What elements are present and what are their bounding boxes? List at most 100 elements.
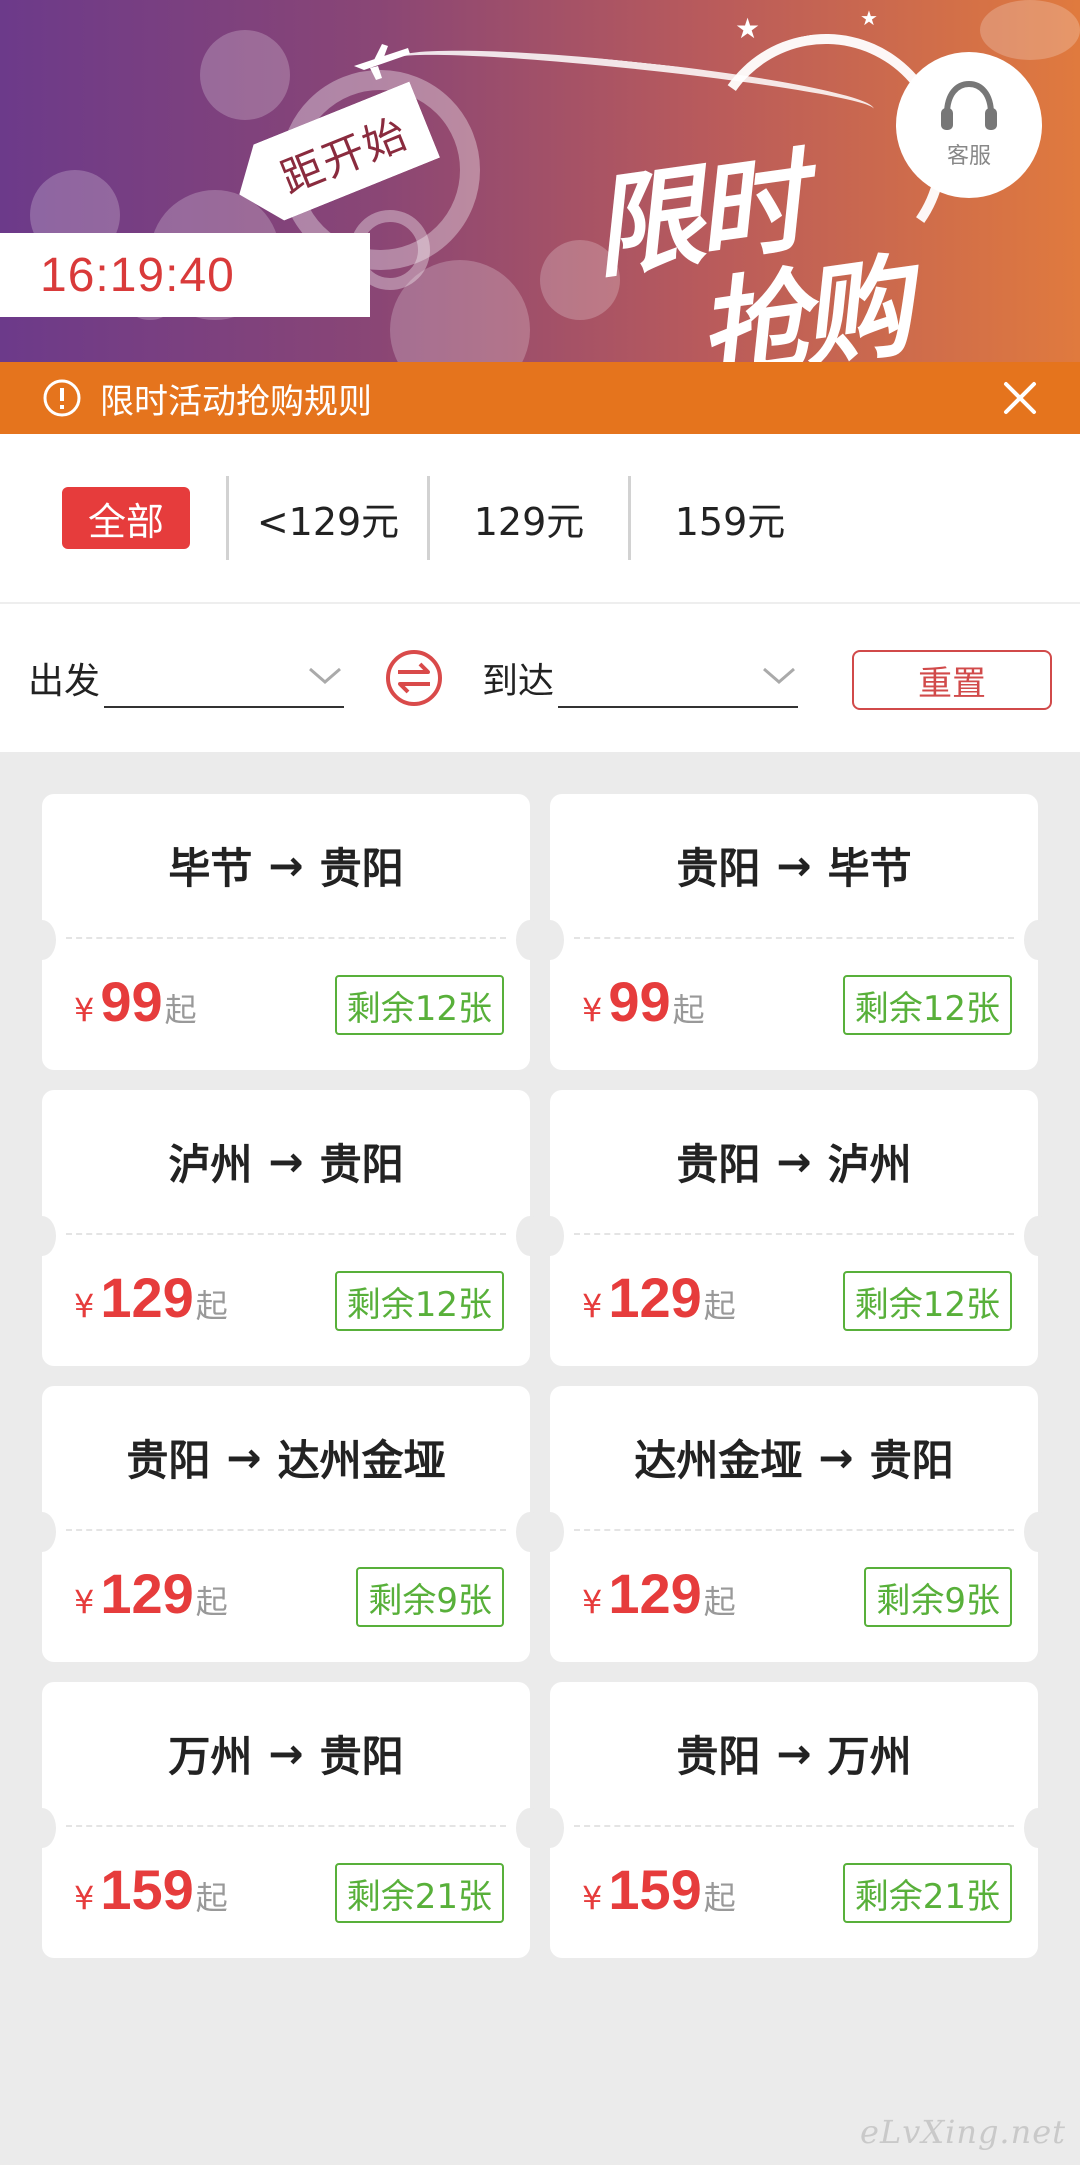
currency-symbol: ¥ — [74, 1583, 95, 1621]
decor-bubble — [980, 0, 1080, 60]
route-destination: 万州 — [827, 1732, 912, 1781]
countdown-time: 16:19:40 — [40, 248, 235, 302]
arrow-right-icon: → — [818, 1433, 854, 1482]
route-destination: 贵阳 — [319, 844, 404, 893]
stock-badge: 剩余21张 — [842, 1863, 1012, 1923]
depart-select[interactable] — [104, 648, 345, 708]
price-row: ¥ 99 起 剩余12张 — [550, 939, 1038, 1068]
currency-symbol: ¥ — [582, 1287, 603, 1325]
price-value: 99 — [608, 970, 671, 1033]
price-value: 159 — [608, 1858, 702, 1921]
route-origin: 万州 — [168, 1732, 253, 1781]
star-icon: ★ — [860, 6, 878, 30]
price-value: 129 — [100, 1562, 194, 1625]
price-row: ¥ 159 起 剩余21张 — [550, 1827, 1038, 1956]
route-price: ¥ 129 起 — [582, 1265, 736, 1330]
tab-159[interactable]: 159元 — [631, 477, 829, 559]
route-origin: 贵阳 — [676, 844, 761, 893]
route-destination: 泸州 — [827, 1140, 912, 1189]
price-row: ¥ 129 起 剩余12张 — [550, 1235, 1038, 1364]
price-value: 99 — [100, 970, 163, 1033]
price-suffix: 起 — [195, 1583, 228, 1621]
currency-symbol: ¥ — [74, 1287, 95, 1325]
arrow-right-icon: → — [268, 841, 304, 890]
headset-icon — [941, 80, 997, 130]
stock-badge: 剩余12张 — [842, 975, 1012, 1035]
tab-under-129[interactable]: <129元 — [229, 477, 427, 559]
rules-link[interactable]: 限时活动抢购规则 — [100, 374, 372, 423]
route-title: 泸州 → 贵阳 — [66, 1090, 506, 1235]
airplane-icon — [354, 44, 410, 80]
route-price: ¥ 129 起 — [74, 1561, 228, 1626]
route-origin: 贵阳 — [126, 1436, 211, 1485]
price-suffix: 起 — [195, 1287, 228, 1325]
promo-banner: ★ ★ 距开始 16:19:40 限时 抢购 客服 — [0, 0, 1080, 362]
currency-symbol: ¥ — [582, 1583, 603, 1621]
price-row: ¥ 99 起 剩余12张 — [42, 939, 530, 1068]
route-card[interactable]: 万州 → 贵阳 ¥ 159 起 剩余21张 — [28, 1682, 544, 1958]
route-title: 达州金垭 → 贵阳 — [574, 1386, 1014, 1531]
route-title: 贵阳 → 万州 — [574, 1682, 1014, 1827]
customer-service-button[interactable]: 客服 — [896, 52, 1042, 198]
close-icon[interactable] — [1000, 378, 1040, 418]
stock-badge: 剩余21张 — [334, 1863, 504, 1923]
promo-title: 限时 抢购 — [584, 130, 913, 362]
stock-badge: 剩余9张 — [356, 1567, 504, 1627]
price-value: 159 — [100, 1858, 194, 1921]
route-card[interactable]: 贵阳 → 毕节 ¥ 99 起 剩余12张 — [536, 794, 1052, 1070]
customer-service-label: 客服 — [946, 144, 991, 169]
price-suffix: 起 — [703, 1879, 736, 1917]
tab-129[interactable]: 129元 — [430, 477, 628, 559]
route-origin: 泸州 — [168, 1140, 253, 1189]
arrow-right-icon: → — [776, 1729, 812, 1778]
price-suffix: 起 — [164, 991, 197, 1029]
arrow-right-icon: → — [268, 1137, 304, 1186]
rules-bar[interactable]: 限时活动抢购规则 — [0, 362, 1080, 434]
route-card[interactable]: 达州金垭 → 贵阳 ¥ 129 起 剩余9张 — [536, 1386, 1052, 1662]
price-filter-tabs: 全部 <129元 129元 159元 — [0, 434, 1080, 602]
route-card[interactable]: 贵阳 → 达州金垭 ¥ 129 起 剩余9张 — [28, 1386, 544, 1662]
price-value: 129 — [608, 1266, 702, 1329]
route-destination: 贵阳 — [869, 1436, 954, 1485]
route-origin: 贵阳 — [676, 1732, 761, 1781]
watermark: eLvXing.net — [860, 2113, 1066, 2151]
price-row: ¥ 159 起 剩余21张 — [42, 1827, 530, 1956]
price-value: 129 — [608, 1562, 702, 1625]
route-card[interactable]: 贵阳 → 万州 ¥ 159 起 剩余21张 — [536, 1682, 1052, 1958]
currency-symbol: ¥ — [74, 991, 95, 1029]
currency-symbol: ¥ — [582, 991, 603, 1029]
arrive-label: 到达 — [482, 661, 555, 702]
route-destination: 达州金垭 — [277, 1436, 446, 1485]
route-title: 万州 → 贵阳 — [66, 1682, 506, 1827]
route-filter: 出发 到达 重置 — [0, 602, 1080, 752]
price-row: ¥ 129 起 剩余12张 — [42, 1235, 530, 1364]
tab-all[interactable]: 全部 — [62, 487, 190, 549]
arrow-right-icon: → — [776, 841, 812, 890]
route-origin: 毕节 — [168, 844, 253, 893]
info-icon — [43, 379, 81, 417]
route-price: ¥ 129 起 — [74, 1265, 228, 1330]
route-destination: 毕节 — [827, 844, 912, 893]
route-origin: 贵阳 — [676, 1140, 761, 1189]
route-destination: 贵阳 — [319, 1140, 404, 1189]
route-card[interactable]: 泸州 → 贵阳 ¥ 129 起 剩余12张 — [28, 1090, 544, 1366]
price-suffix: 起 — [195, 1879, 228, 1917]
reset-button[interactable]: 重置 — [852, 650, 1052, 710]
price-suffix: 起 — [703, 1583, 736, 1621]
arrive-select[interactable] — [558, 648, 799, 708]
route-card[interactable]: 贵阳 → 泸州 ¥ 129 起 剩余12张 — [536, 1090, 1052, 1366]
currency-symbol: ¥ — [74, 1879, 95, 1917]
stock-badge: 剩余12张 — [334, 975, 504, 1035]
route-title: 贵阳 → 泸州 — [574, 1090, 1014, 1235]
route-price: ¥ 129 起 — [582, 1561, 736, 1626]
depart-label: 出发 — [28, 661, 101, 702]
swap-icon[interactable] — [384, 648, 444, 708]
stock-badge: 剩余12张 — [842, 1271, 1012, 1331]
route-card[interactable]: 毕节 → 贵阳 ¥ 99 起 剩余12张 — [28, 794, 544, 1070]
route-title: 毕节 → 贵阳 — [66, 794, 506, 939]
route-price: ¥ 159 起 — [74, 1857, 228, 1922]
route-price: ¥ 99 起 — [74, 969, 197, 1034]
price-suffix: 起 — [703, 1287, 736, 1325]
chevron-down-icon — [309, 667, 341, 684]
price-row: ¥ 129 起 剩余9张 — [42, 1531, 530, 1660]
